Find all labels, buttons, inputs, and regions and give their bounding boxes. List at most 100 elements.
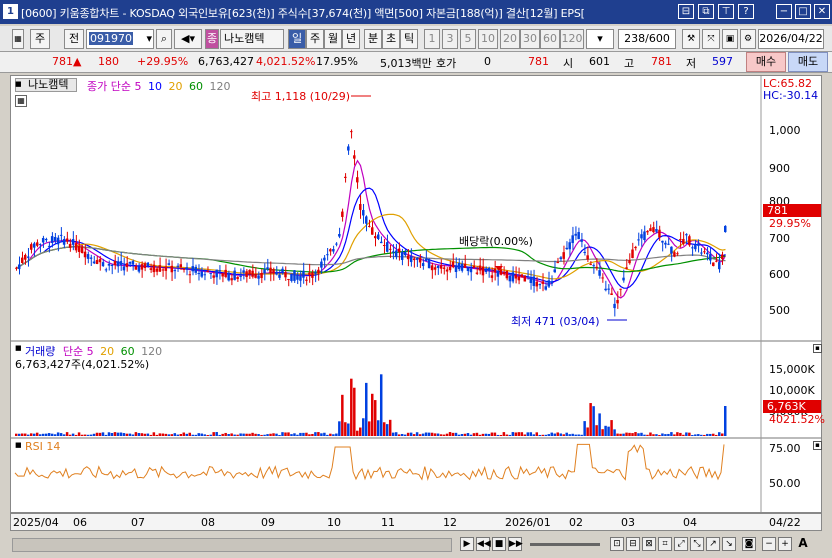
volume-bar	[457, 434, 461, 436]
rsi-close-icon[interactable]: ▪	[813, 441, 822, 450]
pin-icon[interactable]: ⊤	[718, 4, 734, 19]
draw-icon-2[interactable]: ⤢	[674, 537, 688, 551]
x-tick-02: 02	[569, 516, 583, 529]
candle-body	[62, 238, 66, 245]
volume-bar	[490, 432, 494, 436]
price-tab[interactable]: 나노캠텍	[15, 78, 77, 92]
volume-bar	[373, 400, 377, 436]
play-forward-icon[interactable]: ▶▶	[508, 537, 523, 551]
volume-bar	[460, 434, 464, 436]
volume-bar	[20, 433, 24, 436]
draw-icon-1[interactable]: ⌗	[658, 537, 672, 551]
volume-bar	[317, 432, 320, 436]
volume-bar	[697, 434, 700, 436]
candle-body	[164, 266, 168, 271]
stock-code-input[interactable]: 091970 ▾	[86, 29, 154, 49]
candle-body	[92, 261, 96, 264]
volume-bar	[53, 434, 57, 436]
horizontal-scrollbar[interactable]	[12, 538, 452, 552]
draw-icon-3[interactable]: ⤡	[690, 537, 704, 551]
interval-3[interactable]: 3	[442, 29, 458, 49]
chevron-down-icon[interactable]: ▾	[146, 30, 152, 48]
tab-period-second[interactable]: 초	[382, 29, 400, 49]
tab-period-month[interactable]: 월	[324, 29, 342, 49]
candle-body	[379, 241, 383, 244]
candle-body	[682, 238, 685, 244]
hoga-label: 호가	[436, 57, 457, 70]
grid-icon[interactable]: ▦	[12, 29, 24, 49]
period-button[interactable]: 주	[30, 29, 50, 49]
volume-bar	[242, 433, 245, 436]
volume-bar	[272, 433, 275, 436]
volume-bar	[685, 432, 688, 436]
close-icon[interactable]: ✕	[814, 4, 830, 19]
volume-bar	[523, 434, 527, 436]
interval-20[interactable]: 20	[500, 29, 520, 49]
draw-icon-5[interactable]: ↘	[722, 537, 736, 551]
tab-period-tick[interactable]: 틱	[400, 29, 418, 49]
zoom-in-icon[interactable]: +	[778, 537, 792, 551]
interval-input[interactable]: ▾	[586, 29, 614, 49]
sell-button[interactable]: 매도	[788, 52, 828, 72]
interval-1[interactable]: 1	[424, 29, 440, 49]
volume-bar	[341, 394, 344, 436]
font-size-icon[interactable]: A	[796, 537, 810, 551]
volume-bar	[185, 433, 189, 436]
camera-icon[interactable]: ◙	[742, 537, 756, 551]
snap-icon[interactable]: ⊟	[678, 4, 694, 19]
volume-bar	[532, 434, 536, 436]
volume-bar	[505, 434, 509, 436]
candle-body	[113, 260, 117, 266]
tools-icon[interactable]: ⚒	[682, 29, 700, 49]
volume-bar	[595, 425, 598, 436]
interval-30[interactable]: 30	[520, 29, 540, 49]
candle-body	[382, 244, 386, 246]
zoom-out-icon[interactable]: −	[762, 537, 776, 551]
table-icon[interactable]: ▦	[15, 95, 27, 107]
low-value: 597	[712, 55, 733, 68]
volume-bar	[191, 434, 194, 436]
chart-area[interactable]: 나노캠텍 ■ ▦ 종가 단순 5 10 20 60 120 LC:65.82 H…	[10, 75, 825, 513]
candle-body	[670, 246, 673, 254]
maximize-icon[interactable]: □	[795, 4, 811, 19]
candle-body	[281, 268, 284, 273]
view-icon-1[interactable]: ⊡	[610, 537, 624, 551]
search-icon[interactable]: ⌕	[156, 29, 172, 49]
zoom-slider[interactable]	[530, 543, 600, 546]
chart-svg[interactable]	[11, 76, 821, 512]
interval-5[interactable]: 5	[460, 29, 476, 49]
candle-body	[538, 284, 542, 286]
prev-button[interactable]: 전	[64, 29, 84, 49]
candle-body	[275, 271, 278, 275]
volume-close-icon[interactable]: ▪	[813, 344, 822, 353]
scroll-right-icon[interactable]: ▶	[460, 537, 474, 551]
view-icon-2[interactable]: ⊟	[626, 537, 640, 551]
volume-bar	[454, 432, 458, 436]
save-icon[interactable]: ▣	[722, 29, 738, 49]
restore-icon[interactable]: ⧉	[698, 4, 714, 19]
count-display[interactable]: 238/600	[618, 29, 676, 49]
interval-60[interactable]: 60	[540, 29, 560, 49]
stop-icon[interactable]: ■	[492, 537, 506, 551]
tab-period-day[interactable]: 일	[288, 29, 306, 49]
volume-bar	[134, 432, 138, 436]
interval-120[interactable]: 120	[560, 29, 584, 49]
play-back-icon[interactable]: ◀◀	[476, 537, 491, 551]
view-icon-3[interactable]: ⊠	[642, 537, 656, 551]
tab-period-minute[interactable]: 분	[364, 29, 382, 49]
date-input[interactable]: 2026/04/22	[758, 29, 824, 49]
tab-period-week[interactable]: 주	[306, 29, 324, 49]
ma-line	[16, 187, 726, 289]
crosshair-icon[interactable]: ⤧	[702, 29, 720, 49]
settings-icon[interactable]: ⚙	[740, 29, 756, 49]
interval-10[interactable]: 10	[478, 29, 498, 49]
help-icon[interactable]: ?	[738, 4, 754, 19]
volume-bar	[359, 427, 362, 436]
volume-bar	[32, 433, 36, 436]
speaker-icon[interactable]: ◀▾	[174, 29, 202, 49]
draw-icon-4[interactable]: ↗	[706, 537, 720, 551]
buy-button[interactable]: 매수	[746, 52, 786, 72]
volume-bar	[442, 434, 446, 436]
minimize-icon[interactable]: −	[776, 4, 792, 19]
tab-period-year[interactable]: 년	[342, 29, 360, 49]
